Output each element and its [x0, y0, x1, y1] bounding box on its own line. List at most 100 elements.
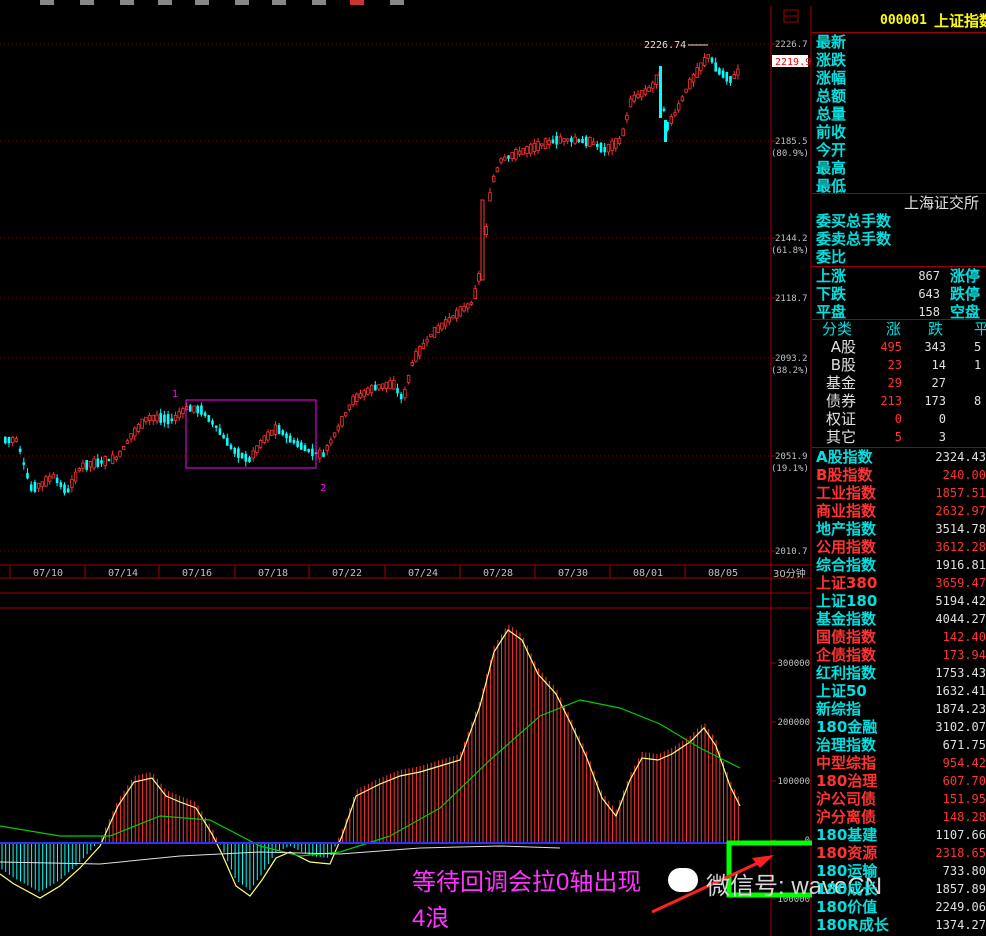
toolbar-icon[interactable]	[390, 0, 404, 5]
candle-up	[255, 445, 259, 453]
candle-up	[484, 226, 488, 236]
index-row[interactable]: 新综指 1874.23	[812, 700, 986, 718]
index-row[interactable]: 商业指数 2632.97	[812, 502, 986, 520]
index-row[interactable]: 上证380 3659.47	[812, 574, 986, 592]
index-row[interactable]: 基金指数 4044.27	[812, 610, 986, 628]
time-tick-label: 07/18	[258, 568, 288, 579]
index-row[interactable]: 中型综指 954.42	[812, 754, 986, 772]
candle-up	[621, 128, 625, 137]
candle-up	[436, 325, 440, 333]
candle-down	[662, 108, 666, 111]
breadth-row: 上涨 867 涨停	[812, 267, 986, 285]
toolbar-icon[interactable]	[40, 0, 54, 5]
index-row[interactable]: 沪分离债 148.28	[812, 808, 986, 826]
candle-up	[414, 350, 418, 362]
category-flat: 1	[974, 358, 982, 372]
candle-up	[447, 317, 451, 323]
index-row[interactable]: 180成长 1857.89	[812, 880, 986, 898]
index-value: 1857.89	[935, 882, 986, 896]
candle-down	[570, 137, 573, 143]
candle-up	[425, 339, 429, 343]
candle-up	[688, 78, 692, 90]
candle-down	[7, 436, 11, 444]
index-row[interactable]: A股指数 2324.43	[812, 448, 986, 466]
candle-up	[155, 414, 159, 422]
candle-up	[384, 381, 389, 389]
index-name: 上证380	[816, 574, 878, 592]
index-row[interactable]: 180治理 607.70	[812, 772, 986, 790]
index-name: 治理指数	[816, 736, 877, 754]
candle-up	[129, 433, 133, 440]
period-label[interactable]: 30分钟	[773, 567, 806, 580]
index-value: 1107.66	[935, 828, 986, 842]
index-value: 1374.27	[935, 918, 986, 932]
index-row[interactable]: 上证180 5194.42	[812, 592, 986, 610]
category-down: 14	[931, 358, 946, 372]
price-pct-label: (38.2%)	[771, 366, 809, 376]
index-value: 3514.78	[935, 522, 986, 536]
toolbar-icon[interactable]	[158, 0, 172, 5]
quote-label: 最新	[816, 33, 847, 51]
candle-down	[725, 72, 729, 82]
index-value: 954.42	[942, 756, 986, 770]
toolbar-icon[interactable]	[350, 0, 364, 5]
candle-up	[44, 476, 48, 487]
candle-up	[10, 436, 15, 444]
time-tick-label: 08/05	[708, 568, 738, 579]
index-row[interactable]: 180价值 2249.06	[812, 898, 986, 916]
toolbar-icon[interactable]	[120, 0, 134, 5]
toolbar-icon[interactable]	[272, 0, 286, 5]
index-name: 基金指数	[816, 610, 877, 628]
price-pct-label: (19.1%)	[771, 464, 809, 474]
index-value: 3102.07	[935, 720, 986, 734]
candle-up	[362, 390, 366, 397]
candle-up	[529, 143, 533, 154]
candle-up	[88, 461, 93, 468]
candle-down	[599, 142, 603, 153]
index-name: A股指数	[816, 448, 873, 466]
index-row[interactable]: 180金融 3102.07	[812, 718, 986, 736]
index-row[interactable]: 沪公司债 151.95	[812, 790, 986, 808]
index-name: 国债指数	[816, 628, 877, 646]
index-row[interactable]: 180R成长 1374.27	[812, 916, 986, 934]
index-row[interactable]: 红利指数 1753.43	[812, 664, 986, 682]
candle-up	[651, 82, 655, 89]
annotation-line-1: 等待回调会拉0轴出现	[412, 869, 642, 896]
candle-up	[673, 112, 677, 116]
index-row[interactable]: 国债指数 142.40	[812, 628, 986, 646]
toolbar-icon[interactable]	[235, 0, 249, 5]
candle-up	[488, 192, 492, 202]
index-row[interactable]: 工业指数 1857.51	[812, 484, 986, 502]
index-name: 工业指数	[816, 484, 877, 502]
candle-up	[114, 456, 118, 460]
index-name: 180运输	[816, 862, 878, 880]
candle-up	[110, 454, 115, 464]
toolbar[interactable]	[0, 0, 812, 6]
toolbar-icon[interactable]	[195, 0, 209, 5]
index-row[interactable]: 综合指数 1916.81	[812, 556, 986, 574]
candle-down	[203, 412, 207, 416]
candle-up	[510, 152, 514, 160]
candle-up	[480, 199, 485, 281]
index-row[interactable]: 上证50 1632.41	[812, 682, 986, 700]
panel-header[interactable]: 000001 上证指数	[812, 12, 986, 30]
toolbar-icon[interactable]	[80, 0, 94, 5]
candle-down	[296, 440, 299, 447]
index-row[interactable]: 地产指数 3514.78	[812, 520, 986, 538]
toolbar-icon[interactable]	[312, 0, 326, 5]
index-row[interactable]: B股指数 240.00	[812, 466, 986, 484]
index-row[interactable]: 治理指数 671.75	[812, 736, 986, 754]
index-name: 上证50	[816, 682, 867, 700]
index-row[interactable]: 180基建 1107.66	[812, 826, 986, 844]
index-row[interactable]: 企债指数 173.94	[812, 646, 986, 664]
candle-up	[48, 475, 52, 482]
index-row[interactable]: 180资源 2318.65	[812, 844, 986, 862]
index-value: 5194.42	[935, 594, 986, 608]
index-name: 红利指数	[816, 664, 877, 682]
candle-up	[443, 319, 448, 327]
chart-area[interactable]: 2226.72185.5(80.9%)2144.2(61.8%)2118.720…	[0, 0, 812, 936]
index-row[interactable]: 公用指数 3612.28	[812, 538, 986, 556]
index-row[interactable]: 180运输 733.80	[812, 862, 986, 880]
candle-down	[218, 428, 222, 435]
candle-up	[625, 115, 629, 121]
